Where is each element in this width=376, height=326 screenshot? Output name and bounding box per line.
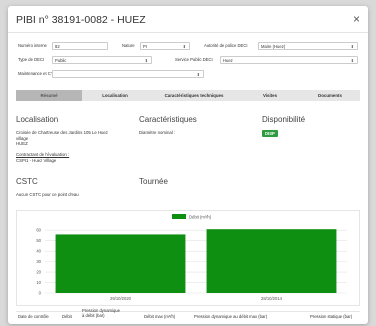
- status-badge: DISP: [262, 130, 278, 137]
- type-deci-label: Type de DECI: [18, 57, 45, 62]
- close-icon[interactable]: ×: [353, 12, 360, 26]
- chevron-down-icon: ⬍: [196, 72, 200, 77]
- modal-title: PIBI n° 38191-0082 - HUEZ: [16, 14, 146, 26]
- y-tick-label: 50: [36, 238, 41, 243]
- numero-interne-label: Numéro interne: [18, 43, 47, 48]
- nature-select-value: PI: [143, 44, 147, 49]
- service-label: Service Public DECI: [175, 57, 213, 62]
- tab-localisation[interactable]: Localisation: [82, 90, 148, 101]
- chevron-down-icon: ⬍: [144, 58, 148, 63]
- address-line: HUEZ: [16, 141, 28, 146]
- maintenance-select[interactable]: ⬍: [52, 70, 204, 78]
- column-header: Pression dynamique à débit (bar): [82, 308, 120, 318]
- legend-label: Débit (m³/h): [189, 214, 212, 219]
- tournee-title: Tournée: [139, 177, 168, 186]
- type-deci-select[interactable]: Public ⬍: [52, 56, 152, 64]
- chevron-down-icon: ⬍: [350, 58, 354, 63]
- column-header: Débit max (m³/h): [144, 314, 176, 319]
- numero-interne-input[interactable]: 82: [52, 42, 108, 50]
- contact-value: CSPI1 - Huez Village: [16, 157, 57, 163]
- column-header: Débit: [62, 314, 72, 319]
- x-tick-label: 28/10/2014: [261, 296, 283, 301]
- diametre-text: Diamètre nominal :: [139, 130, 176, 135]
- autorite-select[interactable]: Maire (Huez) ⬍: [258, 42, 358, 50]
- table-header: Date de contrôle Débit Pression dynamiqu…: [16, 308, 360, 324]
- tab-caracteristiques[interactable]: Caractéristiques techniques: [148, 90, 240, 101]
- y-tick-label: 60: [36, 228, 41, 233]
- cstc-title: CSTC: [16, 177, 38, 186]
- address-line: Croisée de Chartreuse des Jardins 105 Le…: [16, 130, 108, 135]
- column-header: Date de contrôle: [18, 314, 49, 319]
- debit-chart: 0 10 20 30 40 50 60 Débit (m³/h) 29/10/2020 28/10…: [36, 214, 347, 301]
- bar: [55, 234, 186, 293]
- chevron-down-icon: ⬍: [182, 44, 186, 49]
- x-tick-label: 29/10/2020: [110, 296, 132, 301]
- type-deci-select-value: Public: [55, 58, 67, 63]
- nature-label: Nature: [122, 43, 135, 48]
- y-tick-label: 40: [36, 249, 41, 254]
- column-header: Pression dynamique au débit max (bar): [194, 314, 268, 319]
- tab-documents[interactable]: Documents: [300, 90, 360, 101]
- chart-container: 0 10 20 30 40 50 60 Débit (m³/h) 29/10/2020 28/10…: [16, 210, 360, 306]
- y-tick-label: 30: [36, 259, 41, 264]
- y-tick-label: 0: [39, 291, 42, 296]
- caracteristiques-title: Caractéristiques: [139, 115, 197, 124]
- pibi-modal: PIBI n° 38191-0082 - HUEZ × Numéro inter…: [8, 6, 368, 324]
- localisation-title: Localisation: [16, 115, 59, 124]
- autorite-select-value: Maire (Huez): [261, 44, 286, 49]
- nature-select[interactable]: PI ⬍: [140, 42, 190, 50]
- tab-resume[interactable]: Résumé: [16, 90, 82, 101]
- bar: [206, 229, 337, 293]
- modal-header: PIBI n° 38191-0082 - HUEZ ×: [8, 6, 368, 33]
- legend-swatch: [172, 214, 186, 219]
- disponibilite-title: Disponibilité: [262, 115, 306, 124]
- service-select-value: Huez: [223, 58, 233, 63]
- y-tick-label: 20: [36, 270, 41, 275]
- service-select[interactable]: Huez ⬍: [220, 56, 358, 64]
- y-tick-label: 10: [36, 280, 41, 285]
- chevron-down-icon: ⬍: [350, 44, 354, 49]
- maintenance-label: Maintenance et CT*: [18, 71, 56, 76]
- column-header: Pression statique (bar): [310, 314, 353, 319]
- tab-bar: Résumé Localisation Caractéristiques tec…: [16, 90, 360, 101]
- autorite-label: Autorité de police DECI: [204, 43, 248, 48]
- tab-visites[interactable]: Visites: [240, 90, 300, 101]
- cstc-text: Aucun CSTC pour ce point d'eau: [16, 192, 79, 197]
